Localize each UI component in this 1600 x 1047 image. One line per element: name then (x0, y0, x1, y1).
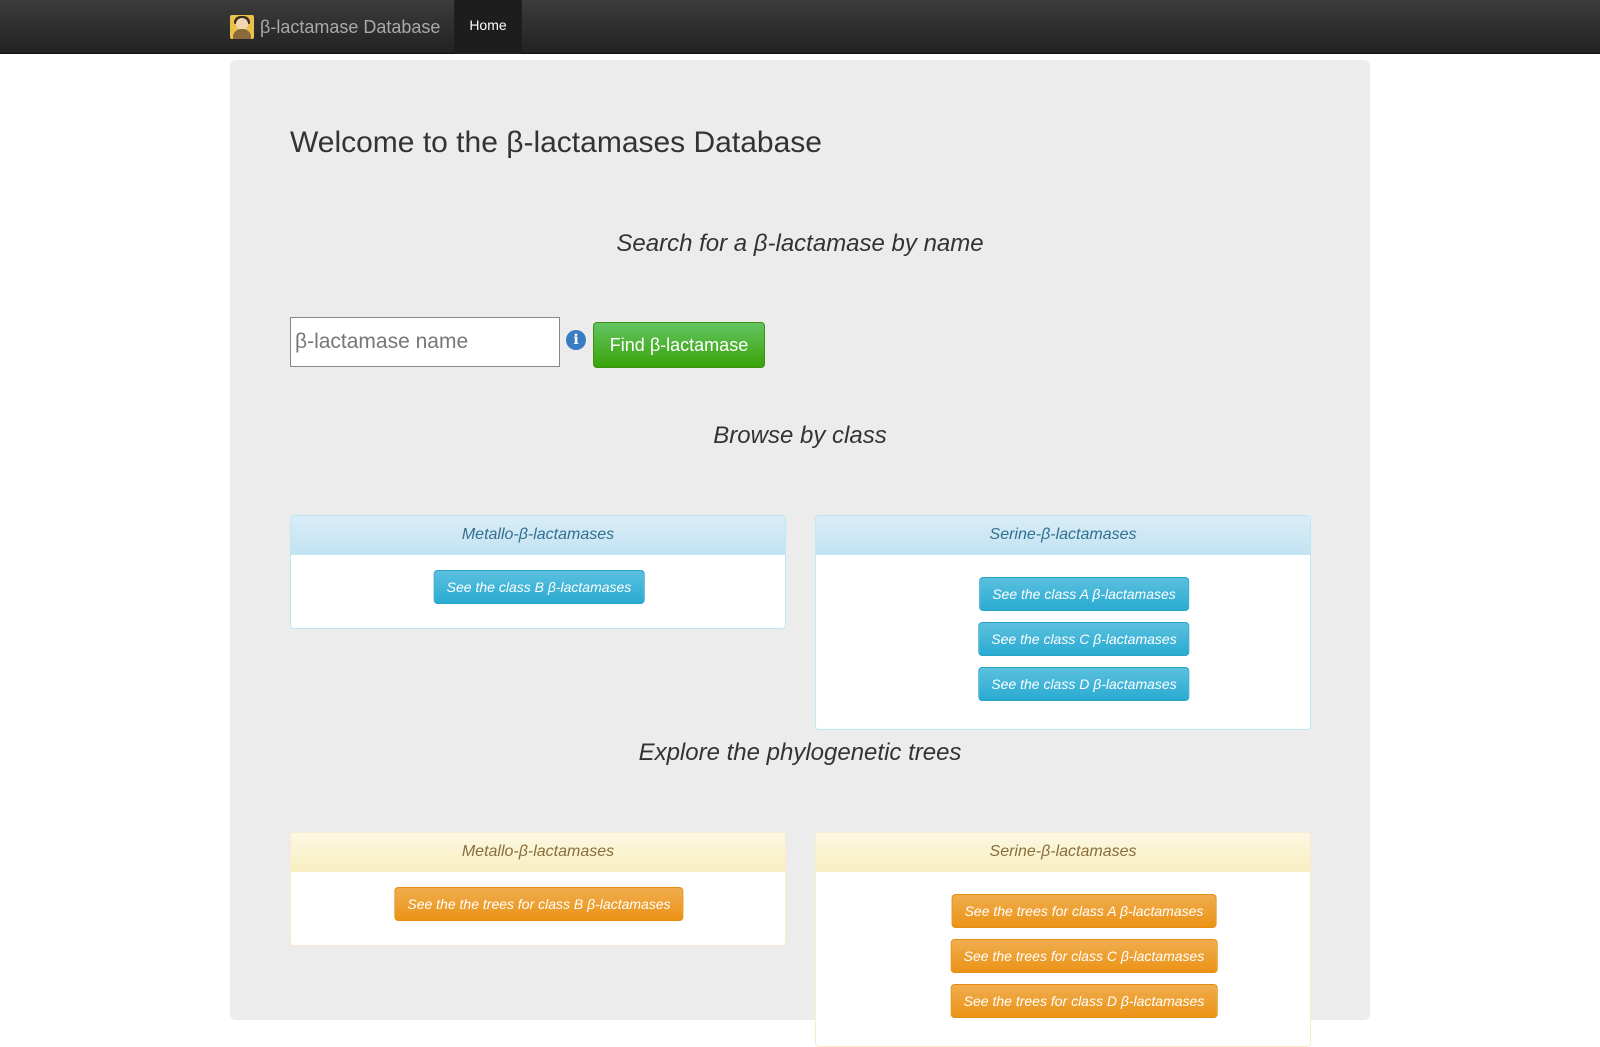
browse-serine-panel: Serine-β-lactamases See the class A β-la… (815, 515, 1311, 730)
trees-metallo-heading: Metallo-β-lactamases (291, 833, 785, 872)
browse-metallo-panel: Metallo-β-lactamases See the class B β-l… (290, 515, 786, 629)
trees-class-b-button[interactable]: See the the trees for class B β-lactamas… (394, 887, 684, 921)
search-section-title: Search for a β-lactamase by name (616, 230, 984, 257)
browse-section-title: Browse by class (713, 422, 887, 449)
trees-metallo-panel: Metallo-β-lactamases See the the trees f… (290, 832, 786, 946)
trees-serine-heading: Serine-β-lactamases (816, 833, 1310, 872)
search-input[interactable] (290, 317, 560, 367)
find-button[interactable]: Find β-lactamase (593, 322, 765, 368)
browse-serine-heading: Serine-β-lactamases (816, 516, 1310, 555)
brand-link[interactable]: β-lactamase Database (230, 14, 440, 40)
nav-home-tab[interactable]: Home (454, 0, 522, 54)
trees-class-d-button[interactable]: See the trees for class D β-lactamases (950, 984, 1218, 1018)
info-icon[interactable]: i (566, 330, 586, 350)
browse-metallo-heading: Metallo-β-lactamases (291, 516, 785, 555)
brand-logo-icon (230, 15, 254, 39)
class-c-button[interactable]: See the class C β-lactamases (978, 622, 1190, 656)
class-d-button[interactable]: See the class D β-lactamases (978, 667, 1190, 701)
trees-serine-panel: Serine-β-lactamases See the trees for cl… (815, 832, 1311, 1047)
main-jumbotron: Welcome to the β-lactamases Database Sea… (230, 60, 1370, 1047)
trees-class-a-button[interactable]: See the trees for class A β-lactamases (951, 894, 1217, 928)
trees-section-title: Explore the phylogenetic trees (638, 739, 962, 766)
trees-class-c-button[interactable]: See the trees for class C β-lactamases (950, 939, 1218, 973)
top-navbar: β-lactamase Database Home (0, 0, 1600, 54)
class-a-button[interactable]: See the class A β-lactamases (979, 577, 1189, 611)
page-title: Welcome to the β-lactamases Database (290, 126, 822, 159)
class-b-button[interactable]: See the class B β-lactamases (433, 570, 645, 604)
brand-title: β-lactamase Database (260, 17, 441, 37)
